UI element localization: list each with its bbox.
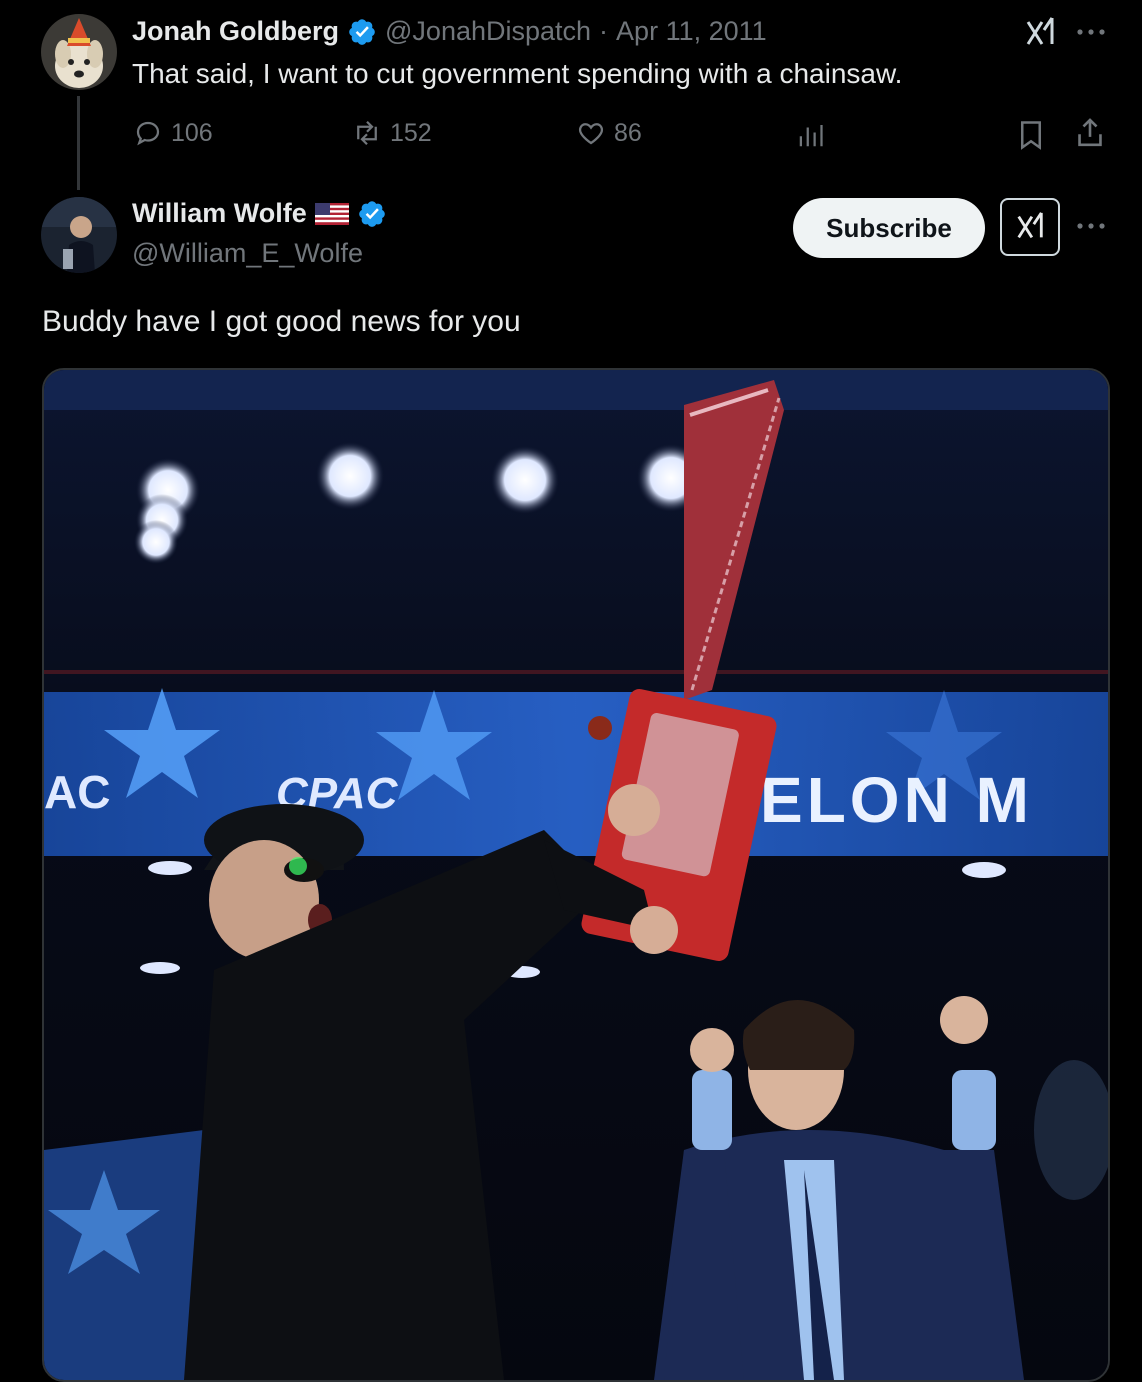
jonah-avatar[interactable] bbox=[41, 14, 117, 90]
more-icon[interactable] bbox=[1076, 24, 1106, 40]
banner-left-text: AC bbox=[44, 766, 110, 818]
verified-badge-icon bbox=[358, 200, 385, 227]
banner-right-text: ELON M bbox=[760, 764, 1033, 836]
retweet-button[interactable]: 152 bbox=[352, 118, 432, 148]
share-icon[interactable] bbox=[1074, 116, 1106, 150]
verified-badge-icon bbox=[349, 18, 375, 45]
author-name[interactable]: Jonah Goldberg bbox=[132, 16, 339, 47]
photo-illustration: AC CPAC ELON M bbox=[44, 370, 1108, 1380]
views-icon[interactable] bbox=[796, 120, 826, 150]
author-name[interactable]: William Wolfe bbox=[132, 198, 307, 229]
retweet-icon bbox=[357, 120, 377, 146]
reply-count: 106 bbox=[171, 118, 213, 147]
like-button[interactable]: 86 bbox=[576, 118, 642, 148]
tweet-media-image[interactable]: AC CPAC ELON M bbox=[42, 368, 1110, 1382]
william-avatar[interactable] bbox=[41, 197, 117, 273]
reply-icon bbox=[136, 121, 160, 146]
tweet1-text: That said, I want to cut government spen… bbox=[132, 58, 903, 89]
tweet-date[interactable]: Apr 11, 2011 bbox=[616, 16, 767, 47]
like-count: 86 bbox=[614, 118, 642, 147]
us-flag-icon bbox=[314, 202, 349, 225]
subscribe-button[interactable]: Subscribe bbox=[793, 198, 985, 258]
reply-button[interactable]: 106 bbox=[133, 118, 213, 148]
more-icon[interactable] bbox=[1076, 218, 1106, 234]
bookmark-icon[interactable] bbox=[1016, 118, 1046, 152]
like-icon bbox=[578, 123, 604, 145]
tweet1-header: Jonah Goldberg @JonahDispatch · Apr 11, … bbox=[132, 16, 767, 47]
thread-line bbox=[77, 96, 80, 190]
grok-icon[interactable] bbox=[1000, 198, 1060, 256]
author-handle[interactable]: @JonahDispatch bbox=[385, 16, 591, 47]
retweet-count: 152 bbox=[390, 118, 432, 147]
author-handle[interactable]: @William_E_Wolfe bbox=[132, 238, 363, 269]
grok-icon[interactable] bbox=[1022, 16, 1058, 50]
tweet2-text: Buddy have I got good news for you bbox=[42, 305, 521, 338]
separator-dot: · bbox=[599, 16, 609, 46]
tweet2-header: William Wolfe bbox=[132, 198, 387, 229]
